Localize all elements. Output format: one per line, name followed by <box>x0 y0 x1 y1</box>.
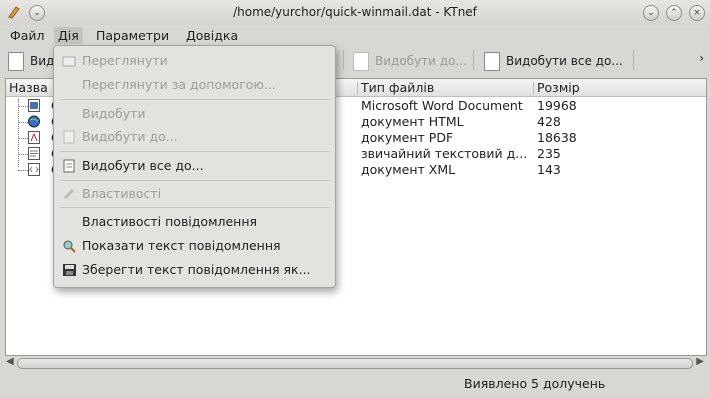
extract-icon <box>63 130 75 144</box>
cell-size: 428 <box>537 114 561 129</box>
document-icon <box>484 52 500 71</box>
pdf-document-icon <box>28 131 40 144</box>
view-icon <box>62 56 76 67</box>
document-icon <box>353 52 369 71</box>
column-separator <box>533 82 534 94</box>
menu-separator <box>60 151 329 152</box>
document-icon <box>8 52 24 71</box>
menu-help[interactable]: Довідка <box>182 27 242 44</box>
html-document-icon <box>28 115 40 128</box>
action-menu-dropdown: Переглянути Переглянути за допомогою... … <box>53 45 336 288</box>
tree-branch <box>18 106 28 107</box>
menu-message-properties[interactable]: Властивості повідомлення <box>54 211 335 233</box>
menu-extract-to[interactable]: Видобути до... <box>54 126 335 148</box>
tree-branch <box>18 138 28 139</box>
scroll-left-icon[interactable]: ◀ <box>6 356 14 367</box>
toolbar-separator <box>633 50 634 70</box>
menu-save-message-text[interactable]: Зберегти текст повідомлення як... <box>54 259 335 281</box>
maximize-button[interactable]: ⌃ <box>666 5 682 21</box>
tree-branch <box>18 154 28 155</box>
xml-document-icon <box>28 163 40 176</box>
scroll-right-icon[interactable]: ▶ <box>696 356 704 367</box>
menu-show-message-text[interactable]: Показати текст повідомлення <box>54 235 335 257</box>
menu-separator <box>60 99 329 100</box>
cell-size: 143 <box>537 162 561 177</box>
toolbar-separator <box>343 50 344 70</box>
horizontal-scrollbar[interactable]: ◀ ▶ <box>5 356 705 370</box>
cell-size: 235 <box>537 146 561 161</box>
magnifier-icon <box>63 240 76 253</box>
status-text: Виявлено 5 долучень <box>464 376 606 391</box>
cell-type: Microsoft Word Document <box>361 98 523 113</box>
toolbar-extract-to-button[interactable]: Видобути до... <box>353 50 467 72</box>
text-document-icon <box>28 147 40 160</box>
cell-size: 19968 <box>537 98 577 113</box>
close-button[interactable]: × <box>689 5 705 21</box>
toolbar-extract-all-button[interactable]: Видобути все до... <box>484 50 623 72</box>
tree-branch <box>18 122 28 123</box>
tree-branch <box>18 170 28 171</box>
menu-properties[interactable]: Властивості <box>54 183 335 205</box>
menu-bar: Файл Дія Параметри Довідка <box>0 25 710 45</box>
cell-size: 18638 <box>537 130 577 145</box>
properties-icon <box>63 188 75 200</box>
cell-type: документ PDF <box>361 130 454 145</box>
column-name-header[interactable]: Назва <box>9 80 48 95</box>
extract-all-icon <box>63 159 75 173</box>
menu-action[interactable]: Дія <box>54 27 83 44</box>
menu-view[interactable]: Переглянути <box>54 50 335 72</box>
menu-view-with[interactable]: Переглянути за допомогою... <box>54 74 335 96</box>
column-type-header[interactable]: Тип файлів <box>361 80 434 95</box>
status-bar: Виявлено 5 долучень <box>0 372 710 394</box>
minimize-button[interactable]: ⌄ <box>643 5 659 21</box>
toolbar-separator <box>473 50 474 70</box>
word-document-icon <box>28 99 40 112</box>
save-icon <box>63 264 76 276</box>
title-bar: ⌄ /home/yurchor/quick-winmail.dat - KTne… <box>0 0 710 25</box>
menu-extract[interactable]: Видобути <box>54 103 335 125</box>
menu-extract-all[interactable]: Видобути все до... <box>54 155 335 177</box>
toolbar-overflow-icon[interactable]: › <box>699 51 704 65</box>
menu-separator <box>60 180 329 181</box>
menu-settings[interactable]: Параметри <box>92 27 173 44</box>
column-size-header[interactable]: Розмір <box>537 80 580 95</box>
cell-type: документ HTML <box>361 114 464 129</box>
cell-type: звичайний текстовий д... <box>361 146 528 161</box>
column-separator <box>357 82 358 94</box>
menu-separator <box>60 207 329 208</box>
cell-type: документ XML <box>361 162 456 177</box>
window-title: /home/yurchor/quick-winmail.dat - KTnef <box>233 5 477 19</box>
menu-file[interactable]: Файл <box>6 27 49 44</box>
scroll-thumb[interactable] <box>17 358 693 369</box>
